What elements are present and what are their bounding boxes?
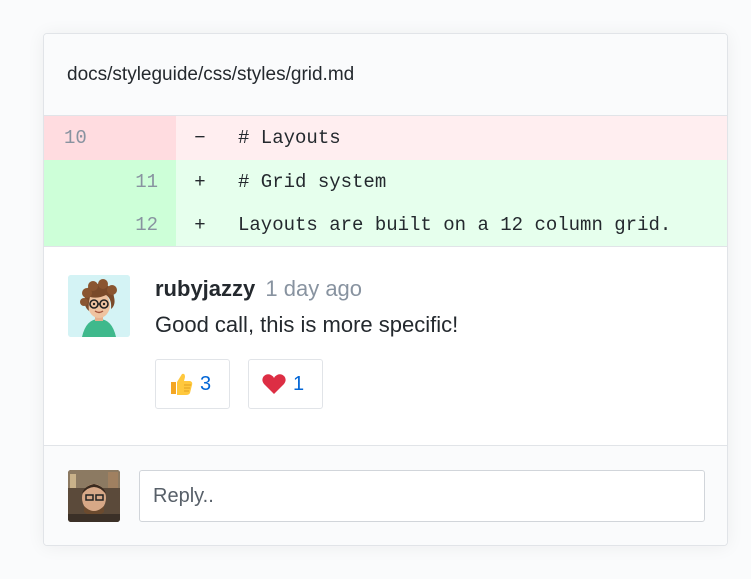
thumbs-up-count: 3: [200, 372, 212, 395]
reply-input[interactable]: [139, 470, 705, 522]
comment-author[interactable]: rubyjazzy: [155, 276, 255, 301]
diff-line-removed: 10 − # Layouts: [44, 116, 727, 160]
diff-code: # Grid system: [238, 171, 387, 193]
file-path-header: docs/styleguide/css/styles/grid.md: [44, 34, 727, 116]
comment-timestamp[interactable]: 1 day ago: [265, 276, 362, 301]
diff-line-added: 11 + # Grid system: [44, 160, 727, 204]
diff-sign-minus: −: [194, 127, 206, 149]
heart-count: 1: [293, 372, 305, 395]
thumbs-up-icon: [171, 373, 193, 395]
old-line-number[interactable]: [44, 204, 110, 246]
new-line-number[interactable]: [110, 116, 176, 160]
comment-body: rubyjazzy 1 day ago Good call, this is m…: [155, 275, 458, 409]
review-comment-card: docs/styleguide/css/styles/grid.md 10 − …: [43, 33, 728, 546]
avatar[interactable]: [68, 275, 130, 337]
comment-header: rubyjazzy 1 day ago: [155, 275, 458, 303]
new-line-number[interactable]: 12: [110, 204, 176, 246]
new-line-number[interactable]: 11: [110, 160, 176, 204]
diff-sign-plus: +: [194, 214, 206, 236]
avatar-photo: [68, 470, 120, 522]
comment: rubyjazzy 1 day ago Good call, this is m…: [44, 246, 727, 443]
diff-code: Layouts are built on a 12 column grid.: [238, 214, 672, 236]
diff-line-added: 12 + Layouts are built on a 12 column gr…: [44, 204, 727, 246]
avatar-illustration: [68, 275, 130, 337]
heart-reaction-button[interactable]: 1: [248, 359, 323, 409]
heart-icon: [262, 374, 286, 394]
thumbs-up-reaction-button[interactable]: 3: [155, 359, 230, 409]
comment-text: Good call, this is more specific!: [155, 312, 459, 337]
old-line-number[interactable]: 10: [44, 116, 110, 160]
diff-table: 10 − # Layouts 11 + # Grid system 12 + L…: [44, 116, 727, 246]
reactions: 3 1: [155, 359, 458, 409]
diff-sign-plus: +: [194, 171, 206, 193]
reply-area: [44, 445, 727, 545]
current-user-avatar[interactable]: [68, 470, 120, 522]
file-path[interactable]: docs/styleguide/css/styles/grid.md: [67, 64, 354, 86]
old-line-number[interactable]: [44, 160, 110, 204]
diff-code: # Layouts: [238, 127, 341, 149]
